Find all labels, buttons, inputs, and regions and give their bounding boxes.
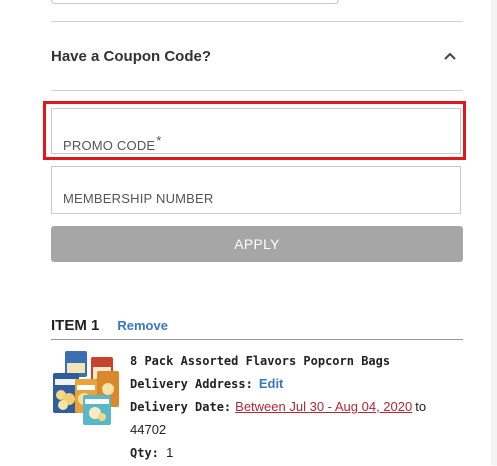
delivery-date-link[interactable]: Between Jul 30 - Aug 04, 2020 xyxy=(235,399,412,414)
popcorn-bags-image[interactable] xyxy=(51,349,121,427)
item-details: 8 Pack Assorted Flavors Popcorn Bags Del… xyxy=(130,351,470,466)
qty-label: Qty: xyxy=(130,446,159,460)
coupon-title: Have a Coupon Code? xyxy=(51,47,212,65)
apply-button[interactable]: APPLY xyxy=(51,226,463,262)
product-name[interactable]: 8 Pack Assorted Flavors Popcorn Bags xyxy=(130,351,470,374)
promo-code-placeholder: PROMO CODE* xyxy=(63,133,162,153)
delivery-date-row: Delivery Date: Between Jul 30 - Aug 04, 2… xyxy=(130,397,470,420)
previous-field-edge xyxy=(51,0,339,4)
scrollbar[interactable] xyxy=(491,0,497,465)
item-header: ITEM 1 Remove xyxy=(51,312,463,338)
qty-value: 1 xyxy=(166,445,174,460)
edit-address-link[interactable]: Edit xyxy=(259,376,284,391)
qty-row: Qty: 1 xyxy=(130,443,470,466)
item-label: ITEM 1 xyxy=(51,316,100,334)
delivery-date-label: Delivery Date: xyxy=(130,400,232,414)
delivery-address-row: Delivery Address: Edit xyxy=(130,374,470,397)
divider-item xyxy=(51,339,463,340)
promo-code-input[interactable]: PROMO CODE* xyxy=(51,108,461,154)
to-label: to xyxy=(415,399,427,414)
membership-number-placeholder: MEMBERSHIP NUMBER xyxy=(63,191,214,206)
chevron-up-icon[interactable] xyxy=(443,49,457,63)
remove-link[interactable]: Remove xyxy=(117,318,168,333)
coupon-toggle[interactable]: Have a Coupon Code? xyxy=(51,22,463,90)
divider-coupon xyxy=(51,90,463,91)
delivery-address-label: Delivery Address: xyxy=(130,377,253,391)
zip-code: 44702 xyxy=(130,422,167,437)
membership-number-input[interactable]: MEMBERSHIP NUMBER xyxy=(51,166,461,214)
